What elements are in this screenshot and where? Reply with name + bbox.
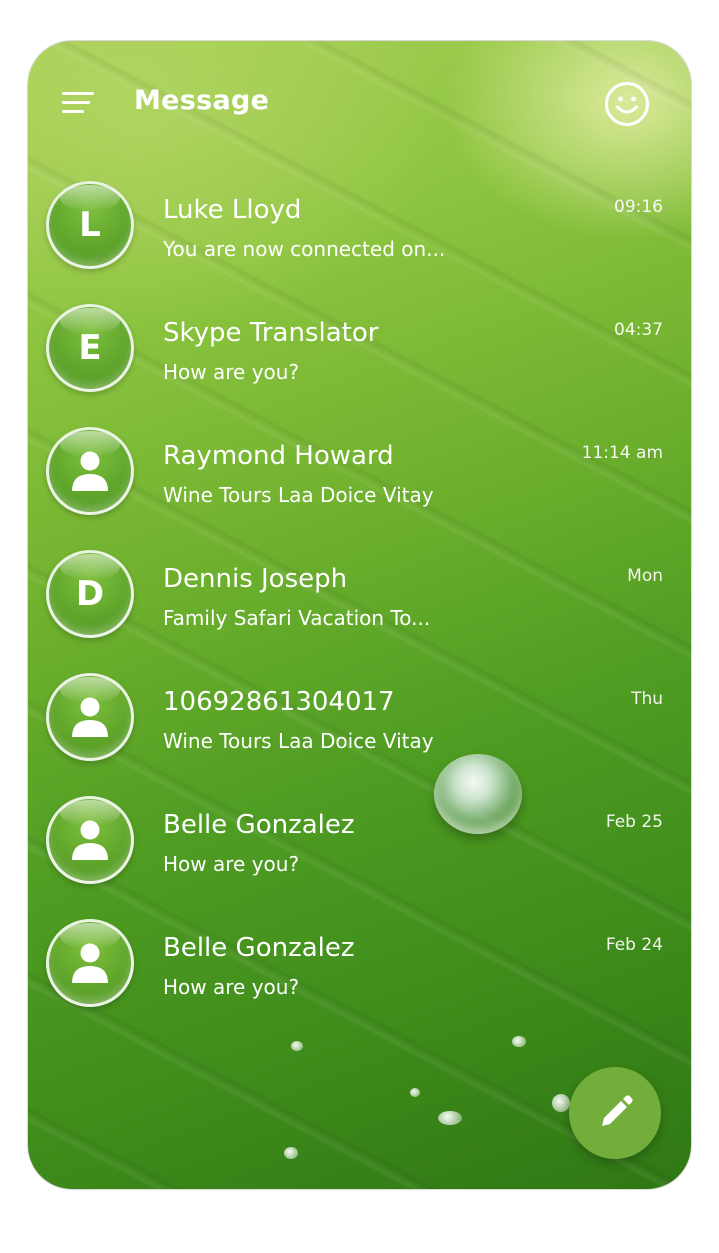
app-header: Message: [28, 41, 691, 171]
message-preview: You are now connected on...: [163, 237, 446, 261]
message-preview: Wine Tours Laa Doice Vitay: [163, 729, 434, 753]
message-time: 04:37: [614, 320, 663, 340]
conversation-row[interactable]: E Skype Translator How are you? 04:37: [28, 304, 691, 427]
message-time: Mon: [627, 566, 663, 586]
avatar: [46, 919, 134, 1007]
contact-name: Luke Lloyd: [163, 195, 302, 225]
message-preview: How are you?: [163, 852, 300, 876]
water-droplet-small: [410, 1088, 420, 1097]
menu-icon[interactable]: [62, 90, 94, 116]
avatar-letter: D: [75, 574, 105, 614]
contact-name: 10692861304017: [163, 687, 395, 717]
contact-name: Dennis Joseph: [163, 564, 348, 594]
phone-screen: Message L Luke Lloyd You are now connect…: [28, 41, 691, 1189]
person-icon: [72, 697, 108, 737]
message-time: Thu: [631, 689, 663, 709]
compose-button[interactable]: [569, 1067, 661, 1159]
pencil-icon: [602, 1095, 633, 1126]
contact-name: Belle Gonzalez: [163, 933, 355, 963]
avatar: [46, 427, 134, 515]
message-time: Feb 24: [605, 935, 663, 955]
avatar: E: [46, 304, 134, 392]
conversation-row[interactable]: D Dennis Joseph Family Safari Vacation T…: [28, 550, 691, 673]
person-icon: [72, 943, 108, 983]
contact-name: Belle Gonzalez: [163, 810, 355, 840]
avatar-letter: E: [78, 328, 102, 368]
water-droplet-small: [552, 1094, 570, 1112]
message-time: 11:14 am: [581, 443, 663, 463]
avatar: [46, 673, 134, 761]
message-preview: How are you?: [163, 360, 300, 384]
person-icon: [72, 451, 108, 491]
avatar: [46, 796, 134, 884]
message-time: Feb 25: [605, 812, 663, 832]
conversation-row[interactable]: Raymond Howard Wine Tours Laa Doice Vita…: [28, 427, 691, 550]
conversation-row[interactable]: 10692861304017 Wine Tours Laa Doice Vita…: [28, 673, 691, 796]
message-preview: How are you?: [163, 975, 300, 999]
contact-name: Skype Translator: [163, 318, 379, 348]
conversation-row[interactable]: Belle Gonzalez How are you? Feb 25: [28, 796, 691, 919]
contact-name: Raymond Howard: [163, 441, 394, 471]
smiley-icon[interactable]: [604, 81, 650, 127]
message-time: 09:16: [614, 197, 663, 217]
message-preview: Family Safari Vacation To...: [163, 606, 431, 630]
avatar: L: [46, 181, 134, 269]
conversation-row[interactable]: L Luke Lloyd You are now connected on...…: [28, 181, 691, 304]
message-preview: Wine Tours Laa Doice Vitay: [163, 483, 434, 507]
person-icon: [72, 820, 108, 860]
water-droplet-small: [291, 1041, 303, 1051]
water-droplet-small: [284, 1147, 298, 1159]
avatar-letter: L: [79, 205, 101, 245]
page-title: Message: [134, 85, 270, 116]
water-droplet-small: [438, 1111, 462, 1125]
conversation-row[interactable]: Belle Gonzalez How are you? Feb 24: [28, 919, 691, 1042]
avatar: D: [46, 550, 134, 638]
